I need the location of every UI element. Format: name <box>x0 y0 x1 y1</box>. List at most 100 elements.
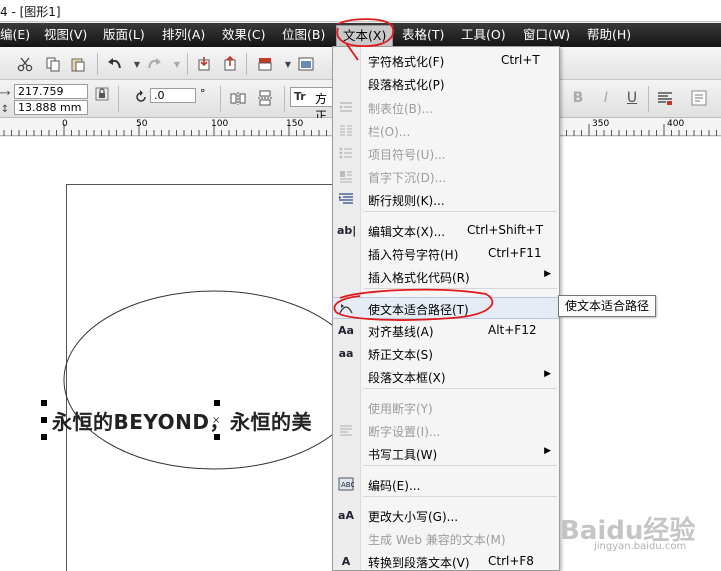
text-menu-item[interactable]: ab| 编辑文本(X)... Ctrl+Shift+T <box>333 220 559 242</box>
text-menu-item[interactable]: aa 矫正文本(S) <box>333 343 559 365</box>
menu-item-label: 生成 Web 兼容的文本(M) <box>368 533 506 547</box>
cut-icon[interactable] <box>16 55 34 73</box>
center-marker-icon: × <box>212 415 221 426</box>
menu-layout[interactable]: 版面(L) <box>103 23 145 47</box>
toolbar-separator <box>118 86 119 112</box>
menu-item-shortcut: Ctrl+F11 <box>488 246 542 260</box>
undo-dropdown-icon[interactable]: ▼ <box>128 55 146 73</box>
menu-item-label: 编码(E)... <box>368 479 421 493</box>
page-border-left <box>66 184 67 571</box>
text-menu-item: 制表位(B)... <box>333 97 559 119</box>
application-launcher-icon[interactable] <box>297 55 315 73</box>
submenu-arrow-icon: ▶ <box>544 369 551 379</box>
text-menu-item[interactable]: 使文本适合路径(T) <box>333 297 559 319</box>
selection-handle[interactable] <box>41 417 47 423</box>
text-menu-item[interactable]: 插入符号字符(H) Ctrl+F11 <box>333 243 559 265</box>
italic-icon[interactable]: I <box>597 89 615 107</box>
ruler-label-100: 100 <box>211 119 229 129</box>
align-baseline-icon: Aa <box>338 324 354 337</box>
svg-text:ABC: ABC <box>341 481 354 489</box>
undo-icon[interactable] <box>106 55 124 73</box>
lock-ratio-icon[interactable] <box>93 85 111 103</box>
menu-view[interactable]: 视图(V) <box>44 23 87 47</box>
export-icon[interactable] <box>221 55 239 73</box>
text-menu-dropdown: 字符格式化(F) Ctrl+T 段落格式化(P) 制表位(B)... 栏(O)... 项目… <box>332 46 560 571</box>
menu-item-label: 制表位(B)... <box>368 102 434 116</box>
menu-table[interactable]: 表格(T) <box>402 23 444 47</box>
underline-icon[interactable]: U <box>623 89 641 107</box>
paste-icon[interactable] <box>69 55 87 73</box>
menu-separator <box>363 496 557 497</box>
menu-item-label: 对齐基线(A) <box>368 325 434 339</box>
redo-icon[interactable] <box>145 55 163 73</box>
artistic-text-object[interactable]: 永恒的BEYOND，永恒的美 <box>52 406 312 435</box>
text-menu-item[interactable]: 段落文本框(X) ▶ <box>333 366 559 388</box>
publish-pdf-icon[interactable] <box>256 55 274 73</box>
text-menu-item[interactable]: Aa 对齐基线(A) Alt+F12 <box>333 320 559 342</box>
ruler-label-350: 350 <box>592 119 610 129</box>
menu-separator <box>363 465 557 466</box>
menu-item-label: 转换到段落文本(V) <box>368 556 470 570</box>
menu-item-label: 更改大小写(G)... <box>368 510 459 524</box>
menu-item-label: 首字下沉(D)... <box>368 171 447 185</box>
tooltip: 使文本适合路径 <box>558 295 657 317</box>
font-list-field[interactable]: Tr 方正 <box>290 87 336 123</box>
object-width-field[interactable]: 217.759 mm <box>14 84 88 111</box>
toolbar-separator <box>246 53 247 75</box>
toolbar-separator <box>648 86 649 112</box>
text-menu-item[interactable]: 段落格式化(P) <box>333 73 559 95</box>
mirror-horizontal-icon[interactable] <box>229 89 247 107</box>
menu-item-label: 矫正文本(S) <box>368 348 433 362</box>
ruler-label-0: 0 <box>62 119 68 129</box>
menu-window[interactable]: 窗口(W) <box>523 23 570 47</box>
text-menu-item[interactable]: 插入格式化代码(R) ▶ <box>333 266 559 288</box>
menu-item-label: 使文本适合路径(T) <box>368 303 469 317</box>
copy-icon[interactable] <box>44 55 62 73</box>
text-menu-item[interactable]: aA 更改大小写(G)... <box>333 505 559 527</box>
menu-item-label: 断行规则(K)... <box>368 194 445 208</box>
import-icon[interactable] <box>195 55 213 73</box>
font-type-icon: Tr <box>294 90 306 103</box>
menu-bitmaps[interactable]: 位图(B) <box>282 23 325 47</box>
selection-handle[interactable] <box>214 400 220 406</box>
edit-text-icon: ab| <box>337 224 357 237</box>
selection-handle[interactable] <box>214 434 220 440</box>
menu-text[interactable]: 文本(X) <box>336 25 394 47</box>
menu-help[interactable]: 帮助(H) <box>587 23 631 47</box>
hyphenation-icon <box>337 423 355 439</box>
menu-item-label: 项目符号(U)... <box>368 148 446 162</box>
baidu-watermark-url: jingyan.baidu.com <box>594 541 687 552</box>
menu-arrange[interactable]: 排列(A) <box>162 23 205 47</box>
selection-handle[interactable] <box>41 434 47 440</box>
text-menu-item: 断字设置(I)... <box>333 420 559 442</box>
text-menu-item[interactable]: A 转换到段落文本(V) Ctrl+F8 <box>333 551 559 571</box>
text-menu-item[interactable]: ABC 编码(E)... <box>333 474 559 496</box>
selection-handle[interactable] <box>41 400 47 406</box>
ruler-label-400: 400 <box>667 119 685 129</box>
height-arrow-icon: ↕ <box>0 103 10 115</box>
menu-item-shortcut: Ctrl+T <box>501 53 540 67</box>
bold-icon[interactable]: B <box>569 89 587 107</box>
toolbar-separator <box>187 53 188 75</box>
fit-text-to-path-icon <box>337 301 355 317</box>
rotation-angle-field[interactable]: .0 <box>150 88 196 103</box>
menu-tools[interactable]: 工具(O) <box>461 23 506 47</box>
object-height-field[interactable]: 13.888 mm <box>14 100 88 115</box>
text-menu-item[interactable]: 书写工具(W) ▶ <box>333 443 559 465</box>
text-properties-icon[interactable] <box>690 89 708 107</box>
text-menu-item[interactable]: 字符格式化(F) Ctrl+T <box>333 50 559 72</box>
text-menu-item: 首字下沉(D)... <box>333 166 559 188</box>
menu-item-label: 栏(O)... <box>368 125 411 139</box>
convert-paragraph-icon: A <box>341 555 351 568</box>
menu-effects[interactable]: 效果(C) <box>222 23 265 47</box>
redo-dropdown-icon[interactable]: ▼ <box>168 55 186 73</box>
change-case-icon: aA <box>338 509 354 522</box>
text-menu-item: 栏(O)... <box>333 120 559 142</box>
publish-dropdown-icon[interactable]: ▼ <box>279 55 297 73</box>
mirror-vertical-icon[interactable] <box>256 89 274 107</box>
menu-separator <box>363 288 557 289</box>
menu-edit[interactable]: 编(E) <box>0 23 30 47</box>
text-align-icon[interactable] <box>656 89 674 107</box>
text-menu-item[interactable]: 断行规则(K)... <box>333 189 559 211</box>
toolbar-separator <box>284 86 285 112</box>
